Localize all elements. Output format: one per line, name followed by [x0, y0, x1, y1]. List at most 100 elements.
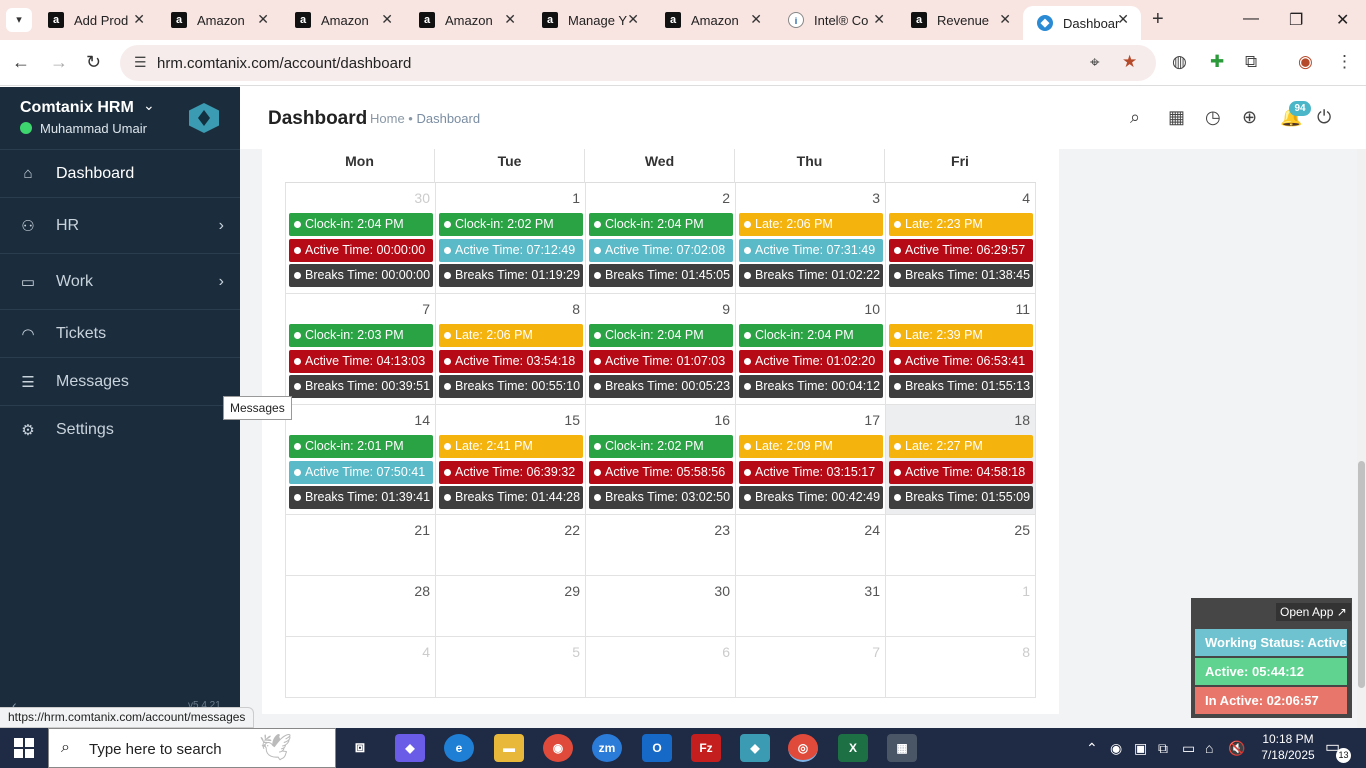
calendar-day-cell[interactable]: 18 Late: 2:27 PM Active Time: 04:58:18 Brea…: [885, 405, 1036, 515]
attendance-event[interactable]: Breaks Time: 00:00:00: [289, 264, 433, 287]
record-icon[interactable]: ◉: [1110, 740, 1122, 757]
windows-start-icon[interactable]: [14, 738, 34, 758]
attendance-event[interactable]: Breaks Time: 00:42:49: [739, 486, 883, 509]
filezilla-icon[interactable]: Fz: [691, 734, 721, 762]
day-number[interactable]: 6: [722, 644, 730, 660]
attendance-event[interactable]: Clock-in: 2:02 PM: [439, 213, 583, 236]
attendance-event[interactable]: Active Time: 01:07:03: [589, 349, 733, 373]
tab-close-icon[interactable]: ✕: [873, 11, 885, 28]
attendance-event[interactable]: Clock-in: 2:01 PM: [289, 435, 433, 458]
site-info-icon[interactable]: ☰: [134, 54, 147, 71]
day-number[interactable]: 23: [714, 522, 730, 538]
day-number[interactable]: 8: [572, 301, 580, 317]
day-number[interactable]: 1: [572, 190, 580, 206]
excel-icon[interactable]: X: [838, 734, 868, 762]
tab-close-icon[interactable]: ✕: [381, 11, 393, 28]
address-bar[interactable]: ☰ hrm.comtanix.com/account/dashboard ⌖ ★: [120, 45, 1156, 81]
attendance-event[interactable]: Active Time: 04:13:03: [289, 349, 433, 373]
tab-close-icon[interactable]: ✕: [750, 11, 762, 28]
comtanix-app-icon[interactable]: ◆: [740, 734, 770, 762]
attendance-event[interactable]: Late: 2:06 PM: [439, 324, 583, 347]
calendar-day-cell[interactable]: 7: [735, 637, 886, 698]
sidebar-item-hr[interactable]: ⚇ HR ›: [0, 197, 240, 253]
profile-icon[interactable]: ◉: [1298, 52, 1313, 72]
extension-add-icon[interactable]: ✚: [1210, 52, 1224, 72]
calendar-day-cell[interactable]: 30 Clock-in: 2:04 PM Active Time: 00:00:00…: [285, 183, 436, 294]
location-icon[interactable]: ⌖: [1090, 53, 1100, 73]
calendar-day-cell[interactable]: 31: [735, 576, 886, 637]
taskbar-clock[interactable]: 10:18 PM 7/18/2025: [1256, 731, 1320, 763]
attendance-event[interactable]: Active Time: 07:31:49: [739, 238, 883, 262]
tab-close-icon[interactable]: ✕: [504, 11, 516, 28]
sidebar-item-settings[interactable]: ⚙ Settings: [0, 405, 240, 453]
attendance-event[interactable]: Clock-in: 2:03 PM: [289, 324, 433, 347]
calendar-day-cell[interactable]: 2 Clock-in: 2:04 PM Active Time: 07:02:08 B…: [585, 183, 736, 294]
calendar-day-cell[interactable]: 9 Clock-in: 2:04 PM Active Time: 01:07:03 B…: [585, 294, 736, 405]
attendance-event[interactable]: Breaks Time: 01:19:29: [439, 264, 583, 287]
brand-chevron-down-icon[interactable]: ⌄: [143, 97, 155, 114]
day-number[interactable]: 21: [414, 522, 430, 538]
day-number[interactable]: 5: [572, 644, 580, 660]
calendar-day-cell[interactable]: 28: [285, 576, 436, 637]
calendar-day-cell[interactable]: 30: [585, 576, 736, 637]
attendance-event[interactable]: Late: 2:41 PM: [439, 435, 583, 458]
sidebar-item-dashboard[interactable]: ⌂ Dashboard: [0, 149, 240, 197]
attendance-event[interactable]: Breaks Time: 01:45:05: [589, 264, 733, 287]
attendance-event[interactable]: Breaks Time: 01:39:41: [289, 486, 433, 509]
attendance-event[interactable]: Late: 2:06 PM: [739, 213, 883, 236]
calendar-day-cell[interactable]: 25: [885, 515, 1036, 576]
file-explorer-icon[interactable]: ▬: [494, 734, 524, 762]
day-number[interactable]: 15: [564, 412, 580, 428]
attendance-event[interactable]: Clock-in: 2:04 PM: [739, 324, 883, 347]
power-icon[interactable]: ⏻: [1317, 107, 1331, 128]
edge-icon[interactable]: e: [444, 734, 474, 762]
browser-tab[interactable]: i Intel® Co ✕: [774, 0, 897, 40]
attendance-event[interactable]: Late: 2:39 PM: [889, 324, 1033, 347]
calendar-day-cell[interactable]: 8: [885, 637, 1036, 698]
attendance-event[interactable]: Breaks Time: 00:04:12: [739, 375, 883, 398]
attendance-event[interactable]: Late: 2:09 PM: [739, 435, 883, 458]
day-number[interactable]: 30: [714, 583, 730, 599]
attendance-event[interactable]: Breaks Time: 01:55:09: [889, 486, 1033, 509]
translate-icon[interactable]: ◍: [1172, 52, 1187, 72]
back-icon[interactable]: ←: [12, 52, 30, 73]
day-number[interactable]: 9: [722, 301, 730, 317]
day-number[interactable]: 4: [1022, 190, 1030, 206]
minimize-icon[interactable]: —: [1243, 10, 1259, 28]
browser-tab[interactable]: a Add Prod ✕: [34, 0, 157, 40]
day-number[interactable]: 24: [864, 522, 880, 538]
calendar-day-cell[interactable]: 7 Clock-in: 2:03 PM Active Time: 04:13:03 B…: [285, 294, 436, 405]
day-number[interactable]: 22: [564, 522, 580, 538]
open-app-button[interactable]: Open App ↗: [1276, 603, 1351, 621]
day-number[interactable]: 4: [422, 644, 430, 660]
attendance-event[interactable]: Active Time: 05:58:56: [589, 460, 733, 484]
page-scrollbar[interactable]: [1357, 149, 1366, 728]
day-number[interactable]: 3: [872, 190, 880, 206]
attendance-event[interactable]: Late: 2:27 PM: [889, 435, 1033, 458]
add-circle-icon[interactable]: ⊕: [1242, 107, 1257, 128]
attendance-event[interactable]: Active Time: 07:50:41: [289, 460, 433, 484]
browser-tab[interactable]: a Amazon ✕: [651, 0, 774, 40]
calendar-day-cell[interactable]: 21: [285, 515, 436, 576]
calendar-day-cell[interactable]: 8 Late: 2:06 PM Active Time: 03:54:18 Break…: [435, 294, 586, 405]
attendance-event[interactable]: Active Time: 06:39:32: [439, 460, 583, 484]
day-number[interactable]: 31: [864, 583, 880, 599]
calendar-day-cell[interactable]: 3 Late: 2:06 PM Active Time: 07:31:49 Break…: [735, 183, 886, 294]
browser-tab[interactable]: a Revenue ✕: [897, 0, 1023, 40]
attendance-event[interactable]: Breaks Time: 01:55:13: [889, 375, 1033, 398]
day-number[interactable]: 18: [1014, 412, 1030, 428]
attendance-event[interactable]: Active Time: 03:15:17: [739, 460, 883, 484]
attendance-event[interactable]: Active Time: 01:02:20: [739, 349, 883, 373]
attendance-event[interactable]: Breaks Time: 00:05:23: [589, 375, 733, 398]
calendar-day-cell[interactable]: 5: [435, 637, 586, 698]
calendar-day-cell[interactable]: 14 Clock-in: 2:01 PM Active Time: 07:50:41…: [285, 405, 436, 515]
day-number[interactable]: 1: [1022, 583, 1030, 599]
day-number[interactable]: 14: [414, 412, 430, 428]
day-number[interactable]: 25: [1014, 522, 1030, 538]
taskbar-search[interactable]: ⌕ Type here to search 🕊: [48, 728, 336, 768]
restore-icon[interactable]: ❐: [1289, 10, 1303, 30]
attendance-event[interactable]: Breaks Time: 03:02:50: [589, 486, 733, 509]
reload-icon[interactable]: ↻: [86, 52, 101, 73]
day-number[interactable]: 29: [564, 583, 580, 599]
notes-icon[interactable]: ▦: [1168, 107, 1185, 128]
